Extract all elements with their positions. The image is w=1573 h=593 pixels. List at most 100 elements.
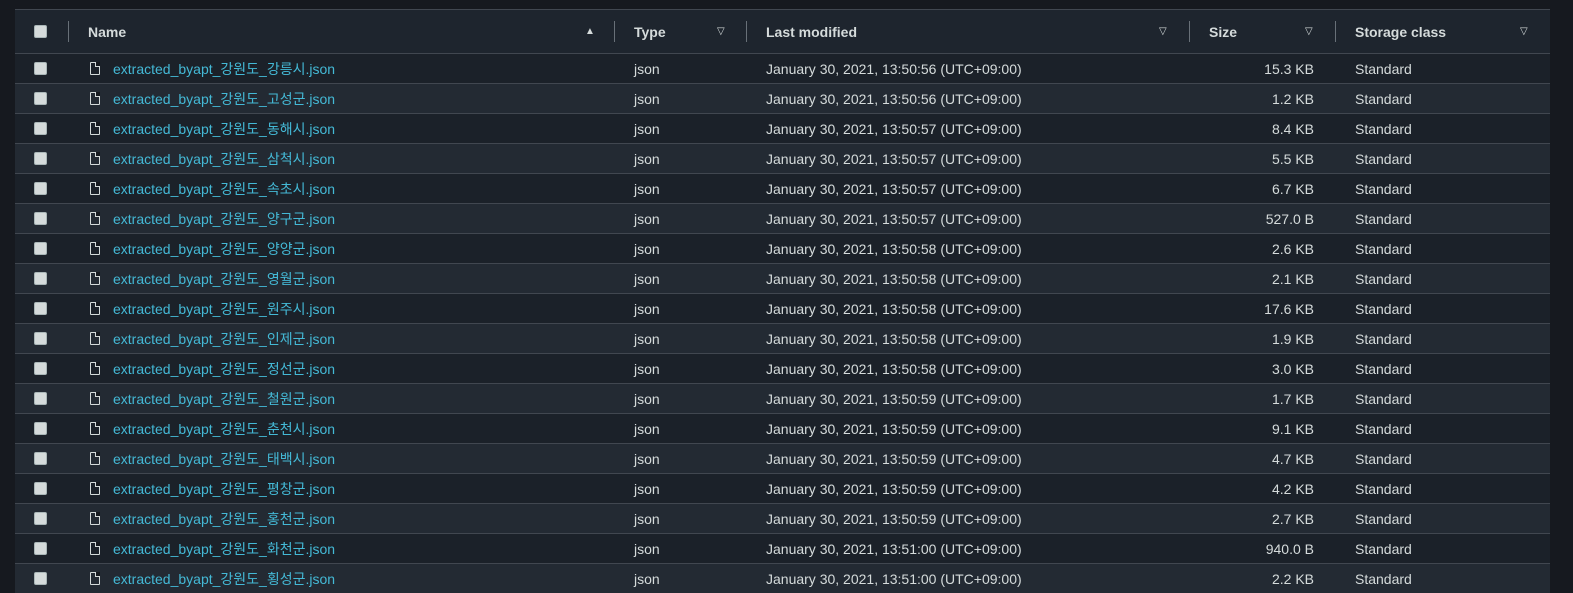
object-type: json bbox=[634, 450, 660, 467]
row-checkbox[interactable] bbox=[34, 144, 47, 173]
object-name-link[interactable]: extracted_byapt_강원도_태백시.json bbox=[113, 449, 335, 469]
row-checkbox[interactable] bbox=[34, 114, 47, 143]
object-name-cell: extracted_byapt_강원도_철원군.json bbox=[88, 384, 335, 413]
file-icon bbox=[90, 152, 100, 165]
table-row[interactable]: extracted_byapt_강원도_철원군.json json January … bbox=[15, 384, 1550, 414]
table-row[interactable]: extracted_byapt_강원도_고성군.json json January … bbox=[15, 84, 1550, 114]
table-row[interactable]: extracted_byapt_강원도_속초시.json json January … bbox=[15, 174, 1550, 204]
column-divider[interactable] bbox=[1335, 21, 1336, 42]
file-icon bbox=[90, 512, 100, 525]
table-row[interactable]: extracted_byapt_강원도_영월군.json json January … bbox=[15, 264, 1550, 294]
sort-descending-outline-icon[interactable]: ▽ bbox=[1305, 10, 1313, 53]
object-name-link[interactable]: extracted_byapt_강원도_동해시.json bbox=[113, 119, 335, 139]
object-last-modified: January 30, 2021, 13:50:56 (UTC+09:00) bbox=[766, 60, 1022, 77]
checkbox-box bbox=[34, 542, 47, 555]
column-divider[interactable] bbox=[68, 21, 69, 42]
object-storage-class: Standard bbox=[1355, 510, 1412, 527]
object-name-link[interactable]: extracted_byapt_강원도_춘천시.json bbox=[113, 419, 335, 439]
row-checkbox[interactable] bbox=[34, 564, 47, 593]
object-name-link[interactable]: extracted_byapt_강원도_속초시.json bbox=[113, 179, 335, 199]
row-checkbox[interactable] bbox=[34, 294, 47, 323]
column-header-storage-class[interactable]: Storage class bbox=[1355, 10, 1446, 53]
object-name-link[interactable]: extracted_byapt_강원도_영월군.json bbox=[113, 269, 335, 289]
column-header-type[interactable]: Type bbox=[634, 10, 666, 53]
table-row[interactable]: extracted_byapt_강원도_인제군.json json January … bbox=[15, 324, 1550, 354]
table-row[interactable]: extracted_byapt_강원도_양양군.json json January … bbox=[15, 234, 1550, 264]
table-row[interactable]: extracted_byapt_강원도_동해시.json json January … bbox=[15, 114, 1550, 144]
object-name-link[interactable]: extracted_byapt_강원도_강릉시.json bbox=[113, 59, 335, 79]
file-icon bbox=[90, 362, 100, 375]
row-checkbox[interactable] bbox=[34, 384, 47, 413]
object-storage-class: Standard bbox=[1355, 90, 1412, 107]
row-checkbox[interactable] bbox=[34, 84, 47, 113]
column-divider[interactable] bbox=[614, 21, 615, 42]
object-name-link[interactable]: extracted_byapt_강원도_화천군.json bbox=[113, 539, 335, 559]
object-last-modified: January 30, 2021, 13:50:58 (UTC+09:00) bbox=[766, 360, 1022, 377]
object-name-link[interactable]: extracted_byapt_강원도_인제군.json bbox=[113, 329, 335, 349]
row-checkbox[interactable] bbox=[34, 54, 47, 83]
object-name-link[interactable]: extracted_byapt_강원도_홍천군.json bbox=[113, 509, 335, 529]
row-checkbox[interactable] bbox=[34, 504, 47, 533]
object-storage-class: Standard bbox=[1355, 330, 1412, 347]
object-name-cell: extracted_byapt_강원도_화천군.json bbox=[88, 534, 335, 563]
checkbox-box bbox=[34, 122, 47, 135]
object-size: 1.2 KB bbox=[1271, 90, 1314, 107]
column-header-name[interactable]: Name bbox=[88, 10, 126, 53]
object-name-link[interactable]: extracted_byapt_강원도_정선군.json bbox=[113, 359, 335, 379]
table-row[interactable]: extracted_byapt_강원도_양구군.json json January … bbox=[15, 204, 1550, 234]
checkbox-box bbox=[34, 572, 47, 585]
object-storage-class: Standard bbox=[1355, 420, 1412, 437]
object-type: json bbox=[634, 180, 660, 197]
table-row[interactable]: extracted_byapt_강원도_강릉시.json json January … bbox=[15, 54, 1550, 84]
row-checkbox[interactable] bbox=[34, 234, 47, 263]
table-row[interactable]: extracted_byapt_강원도_화천군.json json January … bbox=[15, 534, 1550, 564]
object-storage-class: Standard bbox=[1355, 360, 1412, 377]
table-row[interactable]: extracted_byapt_강원도_춘천시.json json January … bbox=[15, 414, 1550, 444]
object-storage-class: Standard bbox=[1355, 480, 1412, 497]
row-checkbox[interactable] bbox=[34, 534, 47, 563]
file-icon bbox=[90, 242, 100, 255]
file-icon bbox=[90, 572, 100, 585]
table-row[interactable]: extracted_byapt_강원도_태백시.json json January … bbox=[15, 444, 1550, 474]
object-name-link[interactable]: extracted_byapt_강원도_원주시.json bbox=[113, 299, 335, 319]
row-checkbox[interactable] bbox=[34, 474, 47, 503]
object-name-link[interactable]: extracted_byapt_강원도_양구군.json bbox=[113, 209, 335, 229]
object-name-cell: extracted_byapt_강원도_홍천군.json bbox=[88, 504, 335, 533]
object-last-modified: January 30, 2021, 13:51:00 (UTC+09:00) bbox=[766, 570, 1022, 587]
object-type: json bbox=[634, 90, 660, 107]
table-row[interactable]: extracted_byapt_강원도_정선군.json json January … bbox=[15, 354, 1550, 384]
row-checkbox[interactable] bbox=[34, 324, 47, 353]
object-size: 8.4 KB bbox=[1271, 120, 1314, 137]
object-last-modified: January 30, 2021, 13:50:59 (UTC+09:00) bbox=[766, 420, 1022, 437]
row-checkbox[interactable] bbox=[34, 414, 47, 443]
object-storage-class: Standard bbox=[1355, 300, 1412, 317]
row-checkbox[interactable] bbox=[34, 444, 47, 473]
object-name-link[interactable]: extracted_byapt_강원도_양양군.json bbox=[113, 239, 335, 259]
table-row[interactable]: extracted_byapt_강원도_횡성군.json json January … bbox=[15, 564, 1550, 593]
row-checkbox[interactable] bbox=[34, 264, 47, 293]
column-header-last-modified[interactable]: Last modified bbox=[766, 10, 857, 53]
column-divider[interactable] bbox=[1189, 21, 1190, 42]
object-name-link[interactable]: extracted_byapt_강원도_삼척시.json bbox=[113, 149, 335, 169]
object-name-link[interactable]: extracted_byapt_강원도_평창군.json bbox=[113, 479, 335, 499]
column-divider[interactable] bbox=[746, 21, 747, 42]
object-last-modified: January 30, 2021, 13:50:58 (UTC+09:00) bbox=[766, 270, 1022, 287]
select-all-checkbox[interactable] bbox=[34, 10, 47, 53]
table-row[interactable]: extracted_byapt_강원도_평창군.json json January … bbox=[15, 474, 1550, 504]
sort-ascending-icon[interactable]: ▲ bbox=[585, 10, 595, 53]
row-checkbox[interactable] bbox=[34, 174, 47, 203]
row-checkbox[interactable] bbox=[34, 354, 47, 383]
file-icon bbox=[90, 182, 100, 195]
column-header-size[interactable]: Size bbox=[1209, 10, 1314, 53]
sort-descending-outline-icon[interactable]: ▽ bbox=[717, 10, 725, 53]
object-name-link[interactable]: extracted_byapt_강원도_고성군.json bbox=[113, 89, 335, 109]
sort-descending-outline-icon[interactable]: ▽ bbox=[1159, 10, 1167, 53]
object-last-modified: January 30, 2021, 13:50:59 (UTC+09:00) bbox=[766, 450, 1022, 467]
sort-descending-outline-icon[interactable]: ▽ bbox=[1520, 10, 1528, 53]
table-row[interactable]: extracted_byapt_강원도_원주시.json json January … bbox=[15, 294, 1550, 324]
object-name-link[interactable]: extracted_byapt_강원도_횡성군.json bbox=[113, 569, 335, 589]
table-row[interactable]: extracted_byapt_강원도_홍천군.json json January … bbox=[15, 504, 1550, 534]
row-checkbox[interactable] bbox=[34, 204, 47, 233]
object-name-link[interactable]: extracted_byapt_강원도_철원군.json bbox=[113, 389, 335, 409]
table-row[interactable]: extracted_byapt_강원도_삼척시.json json January … bbox=[15, 144, 1550, 174]
